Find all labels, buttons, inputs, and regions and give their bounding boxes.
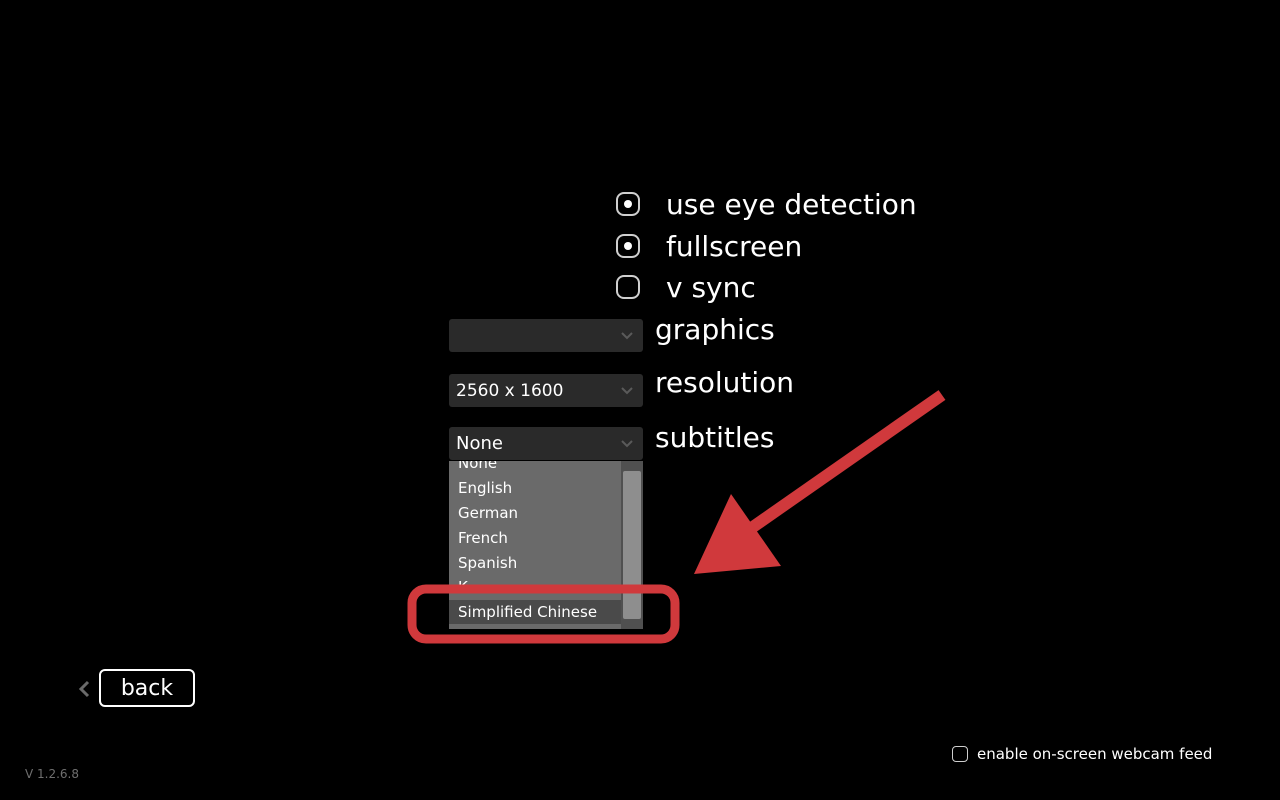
resolution-select[interactable]: 2560 x 1600 <box>449 374 643 407</box>
vsync-label: v sync <box>666 270 756 304</box>
list-item-none[interactable]: None <box>458 461 497 472</box>
fullscreen-checkbox[interactable] <box>616 234 640 258</box>
subtitles-label: subtitles <box>655 421 775 454</box>
list-item-partial[interactable]: K <box>458 578 468 596</box>
option-vsync[interactable]: v sync <box>616 269 756 305</box>
version-label: V 1.2.6.8 <box>25 767 80 781</box>
list-scrollbar[interactable] <box>621 461 643 629</box>
resolution-select-value: 2560 x 1600 <box>456 380 564 401</box>
annotation-arrow-shaft <box>736 390 946 541</box>
list-item-simplified-chinese[interactable]: Simplified Chinese <box>449 600 622 624</box>
resolution-label: resolution <box>655 366 795 399</box>
webcam-label: enable on-screen webcam feed <box>977 745 1213 763</box>
chevron-down-icon <box>621 332 633 340</box>
webcam-checkbox[interactable] <box>952 746 968 762</box>
subtitles-select-value: None <box>456 433 503 454</box>
option-eye-detection[interactable]: use eye detection <box>616 186 917 222</box>
option-fullscreen[interactable]: fullscreen <box>616 228 802 264</box>
list-item-french[interactable]: French <box>458 529 508 547</box>
back-button[interactable]: back <box>99 669 195 707</box>
chevron-down-icon <box>621 387 633 395</box>
settings-screen: use eye detection fullscreen v sync grap… <box>0 0 1280 800</box>
eye-detection-checkbox[interactable] <box>616 192 640 216</box>
chevron-down-icon <box>621 440 633 448</box>
graphics-label: graphics <box>655 313 775 346</box>
annotation-arrow-head <box>694 494 781 574</box>
list-item-german[interactable]: German <box>458 504 518 522</box>
graphics-select[interactable] <box>449 319 643 352</box>
checked-dot-icon <box>624 242 632 250</box>
list-item-english[interactable]: English <box>458 479 512 497</box>
vsync-checkbox[interactable] <box>616 275 640 299</box>
webcam-toggle[interactable]: enable on-screen webcam feed <box>952 745 1212 763</box>
list-item-spanish[interactable]: Spanish <box>458 554 517 572</box>
chevron-left-icon <box>78 680 90 698</box>
eye-detection-label: use eye detection <box>666 187 917 221</box>
subtitles-select[interactable]: None <box>449 427 643 460</box>
fullscreen-label: fullscreen <box>666 229 803 263</box>
list-scroll-thumb[interactable] <box>623 471 641 619</box>
subtitles-dropdown-list[interactable]: None English German French Spanish K Sim… <box>449 461 643 629</box>
checked-dot-icon <box>624 200 632 208</box>
